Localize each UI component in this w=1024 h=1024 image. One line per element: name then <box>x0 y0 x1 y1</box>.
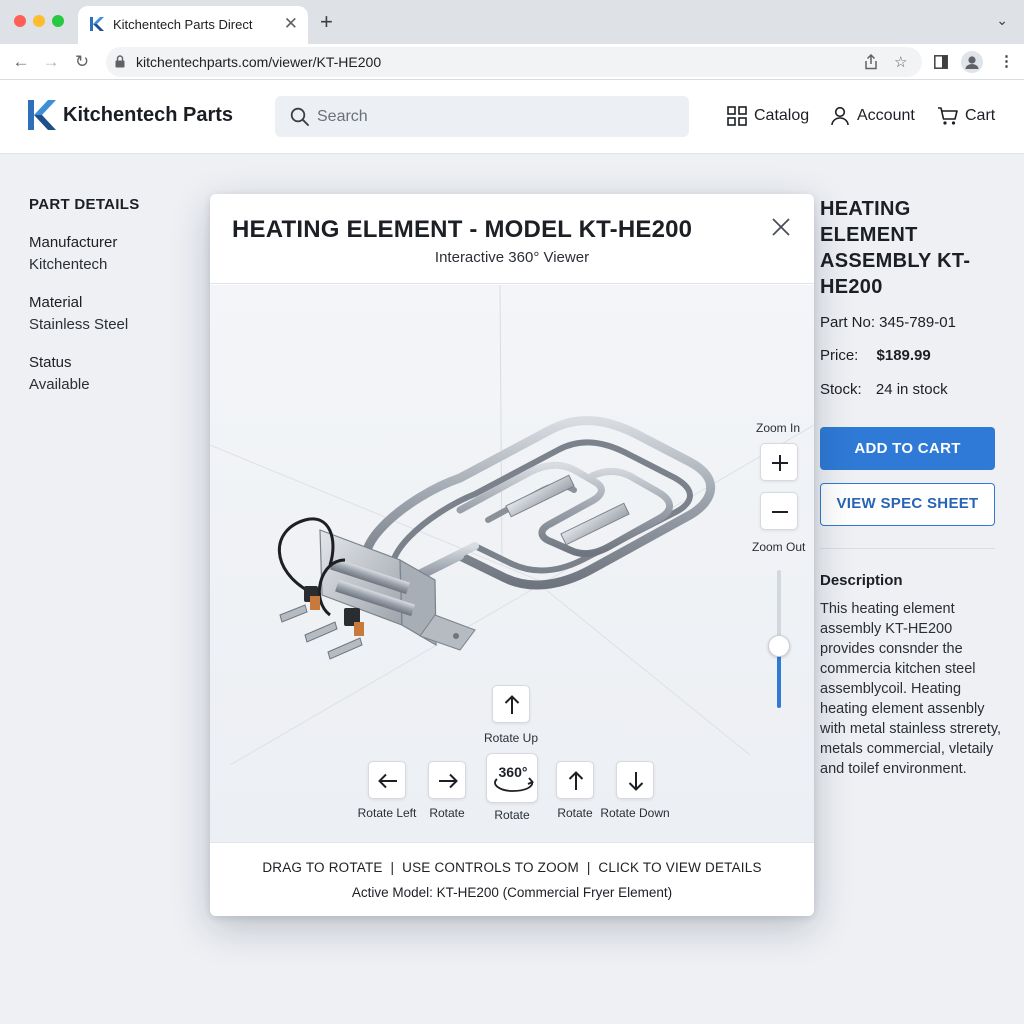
model-viewer-canvas[interactable]: Zoom In Zoom Out Rotate Up Rotate Left R… <box>210 285 814 842</box>
part-number: Part No: 345-789-01 <box>820 314 956 331</box>
window-close-button[interactable] <box>14 15 26 27</box>
reload-icon[interactable]: ↻ <box>71 51 93 73</box>
viewer-modal: HEATING ELEMENT - MODEL KT-HE200 Interac… <box>210 194 814 916</box>
description-text: This heating element assembly KT-HE200 p… <box>820 601 1002 777</box>
window-zoom-button[interactable] <box>52 15 64 27</box>
cart-icon <box>938 107 958 125</box>
product-title: HEATING ELEMENT ASSEMBLY KT-HE200 <box>820 198 971 298</box>
stock-value: 24 in stock <box>875 381 948 398</box>
minus-icon <box>772 511 788 513</box>
grid-icon <box>727 106 747 126</box>
new-tab-icon[interactable]: + <box>320 10 333 34</box>
description-title: Description <box>820 572 903 589</box>
search-icon <box>290 107 309 126</box>
rotate-360-label: Rotate <box>494 808 530 822</box>
nav-cart[interactable]: Cart <box>937 105 1001 127</box>
tab-title: Kitchentech Parts Direct <box>113 17 253 32</box>
sidebar-icon[interactable] <box>934 55 948 69</box>
rotate-left-label: Rotate Left <box>357 806 417 820</box>
price-row: Price: $189.99 <box>820 347 931 364</box>
rotate-right-label: Rotate <box>429 806 465 820</box>
rotate-360-button[interactable]: 360° <box>486 753 538 803</box>
nav-catalog-label: Catalog <box>754 107 810 124</box>
stock-label: Stock: <box>820 381 862 398</box>
plus-icon <box>772 455 788 471</box>
manufacturer-label: Manufacturer <box>29 234 118 251</box>
rotate-up-button[interactable] <box>492 685 530 723</box>
manufacturer-value: Kitchentech <box>29 256 108 273</box>
arrow-up-icon <box>568 771 584 790</box>
lock-icon <box>115 55 125 68</box>
url-text[interactable]: kitchentechparts.com/viewer/KT-HE200 <box>136 54 381 70</box>
stock-row: Stock: 24 in stock <box>820 381 948 398</box>
tab-list-chevron-icon[interactable]: ⌄ <box>996 12 1008 29</box>
arrow-left-icon <box>378 773 397 789</box>
rotate-right-button[interactable] <box>428 761 466 799</box>
nav-cart-label: Cart <box>965 107 996 124</box>
heating-element-model[interactable] <box>260 400 730 700</box>
modal-subtitle: Interactive 360° Viewer <box>434 249 590 266</box>
divider <box>820 548 995 549</box>
back-icon[interactable]: ← <box>10 51 32 73</box>
arrow-up-icon <box>504 695 520 714</box>
modal-footer: DRAG TO ROTATE | USE CONTROLS TO ZOOM | … <box>210 842 814 916</box>
modal-title: HEATING ELEMENT - MODEL KT-HE200 <box>232 216 693 243</box>
zoom-in-button[interactable] <box>760 443 798 481</box>
zoom-out-button[interactable] <box>760 492 798 530</box>
more-icon[interactable]: ⋮ <box>999 52 1014 70</box>
search-box[interactable] <box>275 96 689 137</box>
price-label: Price: <box>820 347 859 364</box>
arrow-right-icon <box>439 773 458 789</box>
modal-header: HEATING ELEMENT - MODEL KT-HE200 Interac… <box>210 194 814 284</box>
nav-account-label: Account <box>857 107 915 124</box>
material-value: Stainless Steel <box>29 316 129 333</box>
logo-text[interactable]: Kitchentech Parts <box>63 104 233 127</box>
nav-catalog[interactable]: Catalog <box>727 105 809 127</box>
close-icon[interactable] <box>770 216 792 238</box>
zoom-slider-thumb[interactable] <box>768 634 790 657</box>
share-icon[interactable] <box>864 54 878 70</box>
zoom-out-label: Zoom Out <box>752 540 806 554</box>
window-minimize-button[interactable] <box>33 15 45 27</box>
browser-tab-bar: Kitchentech Parts Direct ✕ + ⌄ <box>0 0 1024 44</box>
status-value: Available <box>29 376 90 393</box>
rotate-down-label: Rotate Down <box>600 806 670 820</box>
tab-close-icon[interactable]: ✕ <box>284 14 298 34</box>
logo-icon[interactable] <box>28 100 56 130</box>
view-spec-sheet-button[interactable]: VIEW SPEC SHEET <box>820 483 995 526</box>
viewer-instructions: DRAG TO ROTATE | USE CONTROLS TO ZOOM | … <box>262 860 762 875</box>
site-header: Kitchentech Parts Catalog Account Cart <box>0 80 1024 154</box>
rotate-up-label: Rotate Up <box>483 731 539 745</box>
rotate-down-button[interactable] <box>616 761 654 799</box>
status-label: Status <box>29 354 72 371</box>
user-icon <box>831 106 849 126</box>
active-model-text: Active Model: KT-HE200 (Commercial Fryer… <box>351 885 673 900</box>
bookmark-star-icon[interactable]: ☆ <box>894 53 907 71</box>
material-label: Material <box>29 294 83 311</box>
rotate-360-icon <box>494 777 534 792</box>
browser-tab[interactable]: Kitchentech Parts Direct ✕ <box>78 6 308 44</box>
rotate-up2-button[interactable] <box>556 761 594 799</box>
rotate-left-button[interactable] <box>368 761 406 799</box>
favicon-icon <box>90 17 104 31</box>
search-input[interactable] <box>317 96 677 137</box>
part-details-title: PART DETAILS <box>29 196 140 213</box>
browser-toolbar: ← → ↻ kitchentechparts.com/viewer/KT-HE2… <box>0 44 1024 80</box>
nav-account[interactable]: Account <box>830 105 918 127</box>
zoom-in-label: Zoom In <box>756 421 801 435</box>
add-to-cart-button[interactable]: ADD TO CART <box>820 427 995 470</box>
arrow-down-icon <box>628 772 644 791</box>
price-value: $189.99 <box>876 347 931 364</box>
rotate-up2-label: Rotate <box>557 806 593 820</box>
profile-icon[interactable] <box>961 51 983 73</box>
forward-icon[interactable]: → <box>40 51 62 73</box>
address-bar[interactable]: kitchentechparts.com/viewer/KT-HE200 ☆ <box>106 47 922 77</box>
